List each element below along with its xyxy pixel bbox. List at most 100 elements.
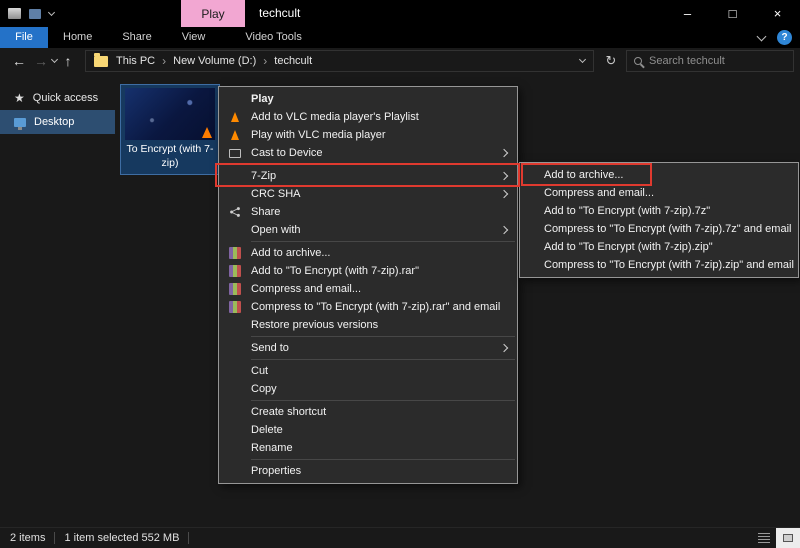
details-view-button[interactable] [752, 528, 776, 548]
address-dropdown-icon[interactable] [579, 56, 586, 63]
menu-item-cut[interactable]: Cut [219, 362, 517, 380]
menu-item-restore-previous-versions[interactable]: Restore previous versions [219, 316, 517, 334]
sidebar-item-quick-access[interactable]: ★ Quick access [0, 86, 115, 110]
star-icon: ★ [14, 92, 25, 104]
menu-item-add-to-archive[interactable]: Add to archive... [219, 244, 517, 262]
menu-item-label: Play [251, 93, 274, 105]
forward-button[interactable]: → [30, 53, 52, 69]
menu-item-open-with[interactable]: Open with [219, 221, 517, 239]
menu-item-create-shortcut[interactable]: Create shortcut [219, 403, 517, 421]
menu-item-label: Open with [251, 224, 301, 236]
titlebar: Play techcult – □ × [0, 0, 800, 27]
chevron-down-icon[interactable] [48, 8, 55, 15]
menu-item-cast-to-device[interactable]: Cast to Device [219, 144, 517, 162]
vlc-cone-icon [227, 127, 243, 143]
menu-item-label: Create shortcut [251, 406, 326, 418]
tab-video-tools[interactable]: Video Tools [230, 27, 530, 48]
blank-icon [227, 91, 243, 107]
menu-item-copy[interactable]: Copy [219, 380, 517, 398]
file-explorer-window: Play techcult – □ × File Home Share View… [0, 0, 800, 548]
menu-item-label: Add to "To Encrypt (with 7-zip).rar" [251, 265, 419, 277]
ribbon-right-controls: ? [758, 30, 792, 45]
tab-home[interactable]: Home [48, 27, 107, 48]
close-button[interactable]: × [755, 0, 800, 27]
submenu-item-add-to-archive[interactable]: Add to archive... [520, 166, 798, 184]
desktop-icon [14, 118, 26, 127]
submenu-item-add-to-zip[interactable]: Add to "To Encrypt (with 7-zip).zip" [520, 238, 798, 256]
menu-item-label: Share [251, 206, 280, 218]
menu-item-7zip[interactable]: 7-Zip [219, 167, 517, 185]
help-icon[interactable]: ? [777, 30, 792, 45]
blank-icon [227, 363, 243, 379]
menu-item-label: Properties [251, 465, 301, 477]
submenu-item-compress-to-zip-and-email[interactable]: Compress to "To Encrypt (with 7-zip).zip… [520, 256, 798, 274]
window-title: techcult [259, 0, 300, 27]
blank-icon [227, 168, 243, 184]
share-icon [227, 204, 243, 220]
context-menu: Play Add to VLC media player's Playlist … [218, 86, 518, 484]
menu-item-compress-to-rar-and-email[interactable]: Compress to "To Encrypt (with 7-zip).rar… [219, 298, 517, 316]
sidebar-item-desktop[interactable]: Desktop [0, 110, 115, 134]
up-button[interactable]: ↑ [57, 53, 79, 69]
window-controls: – □ × [665, 0, 800, 27]
winrar-icon [227, 245, 243, 261]
menu-item-play-with-vlc[interactable]: Play with VLC media player [219, 126, 517, 144]
menu-item-label: Cut [251, 365, 268, 377]
back-button[interactable]: ← [8, 53, 30, 69]
sidebar-item-label: Desktop [34, 116, 74, 128]
breadcrumb-this-pc[interactable]: This PC [116, 55, 155, 67]
blank-icon [227, 422, 243, 438]
sidebar: ★ Quick access Desktop [0, 74, 115, 527]
winrar-icon [227, 263, 243, 279]
file-item-selected[interactable]: To Encrypt (with 7-zip) [120, 84, 220, 175]
menu-item-compress-and-email[interactable]: Compress and email... [219, 280, 517, 298]
menu-separator [251, 164, 515, 165]
blank-icon [227, 317, 243, 333]
menu-item-label: Restore previous versions [251, 319, 378, 331]
tab-view[interactable]: View [167, 27, 221, 48]
search-input[interactable] [649, 55, 791, 67]
contextual-tab-play[interactable]: Play [181, 0, 245, 27]
tab-share[interactable]: Share [107, 27, 166, 48]
menu-item-label: Add to "To Encrypt (with 7-zip).zip" [544, 241, 713, 253]
vlc-cone-icon [202, 127, 212, 138]
ribbon-tab-row: File Home Share View Video Tools ? [0, 27, 800, 48]
menu-item-crc-sha[interactable]: CRC SHA [219, 185, 517, 203]
quick-toolbar-icon[interactable] [29, 9, 41, 19]
blank-icon [227, 340, 243, 356]
menu-separator [251, 241, 515, 242]
search-box[interactable] [626, 50, 794, 72]
menu-item-share[interactable]: Share [219, 203, 517, 221]
menu-item-play[interactable]: Play [219, 90, 517, 108]
ribbon-collapse-icon[interactable] [757, 31, 767, 41]
submenu-item-compress-to-7z-and-email[interactable]: Compress to "To Encrypt (with 7-zip).7z"… [520, 220, 798, 238]
menu-item-rename[interactable]: Rename [219, 439, 517, 457]
menu-item-label: Delete [251, 424, 283, 436]
menu-separator [251, 336, 515, 337]
maximize-button[interactable]: □ [710, 0, 755, 27]
menu-separator [251, 459, 515, 460]
menu-item-delete[interactable]: Delete [219, 421, 517, 439]
winrar-icon [227, 281, 243, 297]
tab-file[interactable]: File [0, 27, 48, 48]
minimize-button[interactable]: – [665, 0, 710, 27]
address-bar[interactable]: This PC › New Volume (D:) › techcult [85, 50, 594, 72]
submenu-arrow-icon [500, 190, 508, 198]
submenu-item-compress-and-email[interactable]: Compress and email... [520, 184, 798, 202]
menu-item-label: Send to [251, 342, 289, 354]
menu-item-label: Copy [251, 383, 277, 395]
submenu-item-add-to-7z[interactable]: Add to "To Encrypt (with 7-zip).7z" [520, 202, 798, 220]
breadcrumb-techcult[interactable]: techcult [274, 55, 312, 67]
breadcrumb-new-volume-d[interactable]: New Volume (D:) [173, 55, 256, 67]
refresh-button[interactable]: ↻ [598, 53, 624, 69]
menu-item-properties[interactable]: Properties [219, 462, 517, 480]
view-toggle-buttons [752, 528, 800, 548]
menu-item-add-to-rar[interactable]: Add to "To Encrypt (with 7-zip).rar" [219, 262, 517, 280]
details-view-icon [758, 533, 770, 543]
menu-item-send-to[interactable]: Send to [219, 339, 517, 357]
status-bar: 2 items 1 item selected 552 MB [0, 527, 800, 548]
menu-item-add-to-vlc-playlist[interactable]: Add to VLC media player's Playlist [219, 108, 517, 126]
thumbnails-view-button[interactable] [776, 528, 800, 548]
menu-item-label: Cast to Device [251, 147, 323, 159]
submenu-arrow-icon [500, 172, 508, 180]
